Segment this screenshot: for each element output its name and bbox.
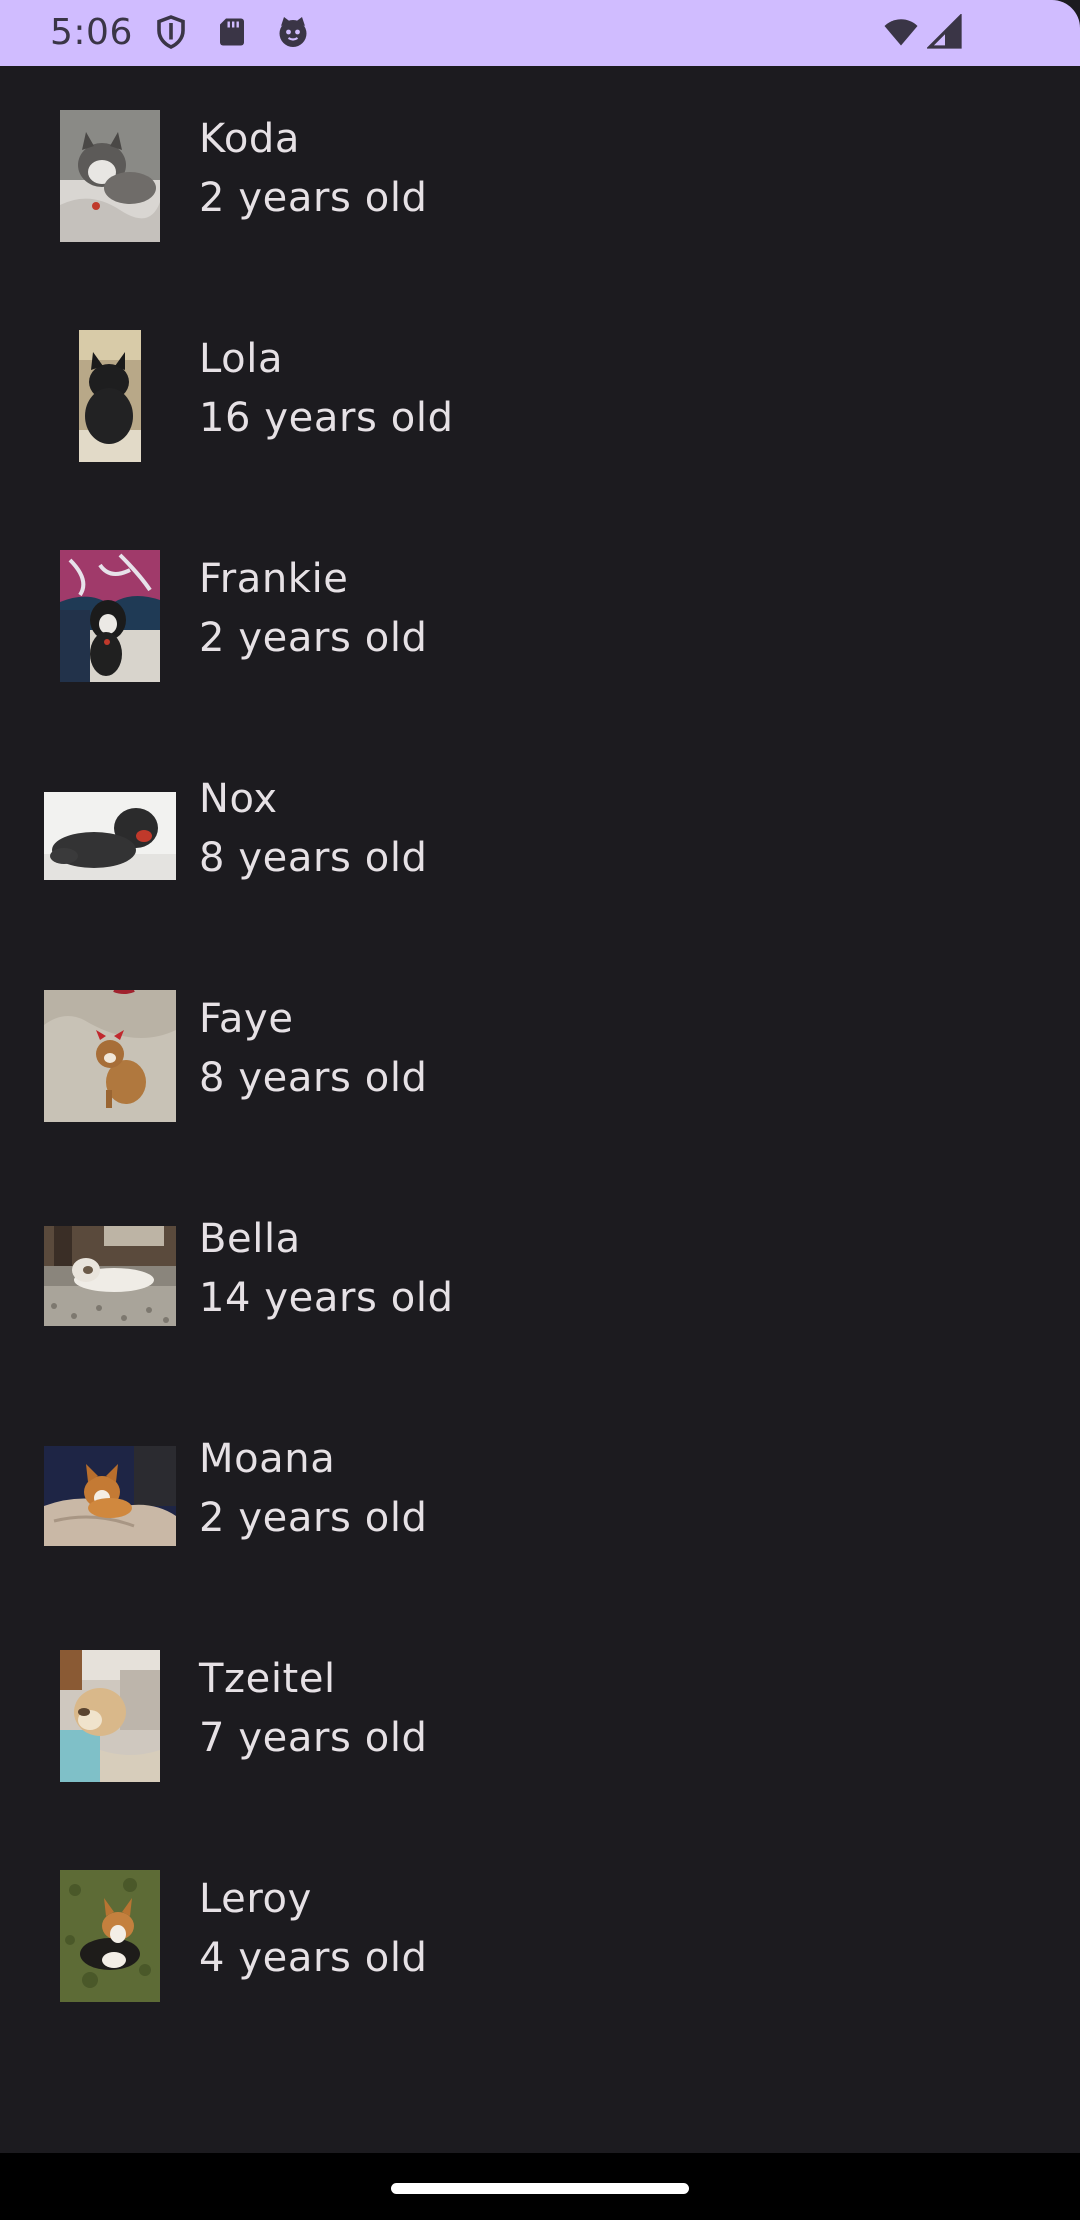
list-item[interactable]: Moana 2 years old — [0, 1386, 1080, 1606]
dog-name: Moana — [199, 1436, 336, 1482]
status-bar: 5:06 — [0, 0, 1080, 66]
dog-name: Frankie — [199, 556, 349, 602]
cell-signal-icon — [927, 14, 963, 50]
dog-name: Faye — [199, 996, 294, 1042]
wifi-icon — [880, 14, 922, 50]
dog-name: Koda — [199, 116, 301, 162]
shield-icon — [153, 14, 189, 50]
navigation-bar — [0, 2153, 1080, 2220]
sleeping-dog-photo — [60, 1650, 160, 1782]
dog-lying-on-gravel-photo — [44, 1226, 176, 1326]
dog-name: Leroy — [199, 1876, 312, 1922]
black-dog-photo — [79, 330, 141, 462]
dog-age: 16 years old — [199, 395, 454, 441]
list-item[interactable]: Faye 8 years old — [0, 946, 1080, 1166]
dog-on-patterned-blanket-photo — [60, 550, 160, 682]
dog-age: 8 years old — [199, 835, 428, 881]
list-item[interactable]: Frankie 2 years old — [0, 506, 1080, 726]
corgi-on-grass-photo — [60, 1870, 160, 2002]
dog-age: 7 years old — [199, 1715, 428, 1761]
small-dog-with-bow-photo — [44, 990, 176, 1122]
dog-name: Lola — [199, 336, 284, 382]
dog-age: 2 years old — [199, 615, 428, 661]
sd-card-icon — [214, 14, 250, 50]
black-fluffy-dog-photo — [44, 792, 176, 880]
list-item[interactable]: Bella 14 years old — [0, 1166, 1080, 1386]
list-item[interactable]: Leroy 4 years old — [0, 1826, 1080, 2046]
dog-age: 4 years old — [199, 1935, 428, 1981]
dog-age: 14 years old — [199, 1275, 454, 1321]
cat-face-icon — [275, 14, 311, 50]
list-item[interactable]: Koda 2 years old — [0, 66, 1080, 286]
list-item[interactable]: Lola 16 years old — [0, 286, 1080, 506]
dog-name: Bella — [199, 1216, 301, 1262]
dog-age: 2 years old — [199, 175, 428, 221]
dog-age: 8 years old — [199, 1055, 428, 1101]
husky-puppy-photo — [60, 110, 160, 242]
status-time: 5:06 — [50, 12, 133, 53]
corgi-on-blanket-photo — [44, 1446, 176, 1546]
dog-name: Tzeitel — [199, 1656, 336, 1702]
list-item[interactable]: Tzeitel 7 years old — [0, 1606, 1080, 1826]
dog-name: Nox — [199, 776, 278, 822]
list-item[interactable]: Nox 8 years old — [0, 726, 1080, 946]
home-gesture-handle[interactable] — [391, 2183, 689, 2194]
dog-age: 2 years old — [199, 1495, 428, 1541]
